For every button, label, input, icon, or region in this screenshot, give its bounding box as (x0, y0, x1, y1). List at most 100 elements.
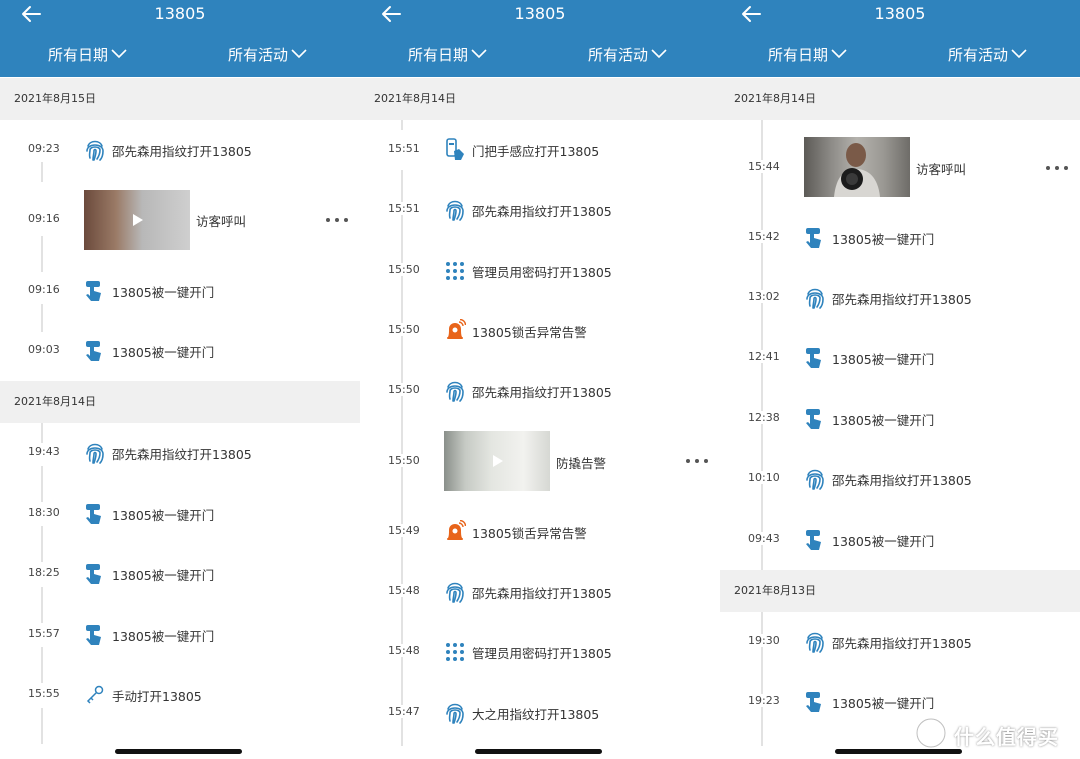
log-entry[interactable]: 15:48 邵先森用指纹打开13805 (360, 572, 720, 612)
alarm-bell-icon (447, 520, 466, 540)
entry-time: 15:50 (388, 454, 420, 467)
timeline-line (41, 236, 43, 272)
entry-time: 15:51 (388, 142, 420, 155)
fingerprint-icon (446, 582, 464, 603)
log-entry[interactable]: 15:49 13805锁舌异常告警 (360, 512, 720, 552)
entry-label: 邵先森用指纹打开13805 (832, 636, 972, 651)
log-entry[interactable]: 09:16 13805被一键开门 (0, 271, 360, 311)
chevron-down-icon (471, 49, 487, 59)
chevron-down-icon (291, 49, 307, 59)
log-entry[interactable]: 12:41 13805被一键开门 (720, 338, 1080, 378)
log-entry[interactable]: 15:47 大之用指纹打开13805 (360, 693, 720, 733)
activity-log-panel-2: 13805 所有日期 所有活动 2021年8月14日 15:51 门把手感应打开… (360, 0, 720, 759)
entry-time: 09:16 (28, 212, 60, 225)
entry-label: 邵先森用指纹打开13805 (832, 292, 972, 307)
visitor-photo (834, 143, 880, 197)
entry-label: 13805被一键开门 (832, 352, 935, 367)
entry-label: 邵先森用指纹打开13805 (472, 586, 612, 601)
log-entry[interactable]: 15:50 管理员用密码打开13805 (360, 251, 720, 291)
entry-time: 18:25 (28, 566, 60, 579)
entry-time: 09:23 (28, 142, 60, 155)
date-filter-dropdown[interactable]: 所有日期 (768, 44, 847, 65)
date-group-header: 2021年8月13日 (720, 570, 1080, 612)
log-entry[interactable]: 15:42 13805被一键开门 (720, 218, 1080, 258)
activity-filter-dropdown[interactable]: 所有活动 (588, 44, 667, 65)
entry-time: 12:38 (748, 411, 780, 424)
date-filter-dropdown[interactable]: 所有日期 (408, 44, 487, 65)
one-key-open-icon (86, 281, 101, 301)
chevron-down-icon (651, 49, 667, 59)
log-entry[interactable]: 15:57 13805被一键开门 (0, 615, 360, 655)
entry-label: 邵先森用指纹打开13805 (112, 144, 252, 159)
one-key-open-icon (806, 228, 821, 248)
log-entry[interactable]: 18:25 13805被一键开门 (0, 554, 360, 594)
home-indicator (475, 749, 602, 754)
page-title: 13805 (874, 4, 926, 23)
entry-label: 大之用指纹打开13805 (472, 707, 600, 722)
entry-time: 15:49 (388, 524, 420, 537)
entry-label: 邵先森用指纹打开13805 (112, 447, 252, 462)
video-thumbnail[interactable] (804, 137, 910, 197)
more-options-icon[interactable] (686, 455, 714, 467)
entry-label: 门把手感应打开13805 (472, 144, 600, 159)
log-entry[interactable]: 19:43 邵先森用指纹打开13805 (0, 433, 360, 473)
log-entry[interactable]: 15:50 邵先森用指纹打开13805 (360, 371, 720, 411)
page-title: 13805 (514, 4, 566, 23)
play-icon (133, 214, 143, 226)
one-key-open-icon (86, 504, 101, 524)
log-entry[interactable]: 09:43 13805被一键开门 (720, 520, 1080, 560)
log-entry[interactable]: 18:30 13805被一键开门 (0, 494, 360, 534)
entry-time: 15:42 (748, 230, 780, 243)
entry-label: 13805被一键开门 (112, 508, 215, 523)
one-key-open-icon (806, 348, 821, 368)
more-options-icon[interactable] (326, 214, 354, 226)
keypad-icon (446, 262, 464, 280)
log-entry[interactable]: 15:51 门把手感应打开13805 (360, 130, 720, 170)
video-thumbnail[interactable] (84, 190, 190, 250)
entry-time: 15:50 (388, 263, 420, 276)
log-entry[interactable]: 15:48 管理员用密码打开13805 (360, 632, 720, 672)
play-icon (493, 455, 503, 467)
entry-label: 13805被一键开门 (112, 345, 215, 360)
alarm-bell-icon (447, 319, 466, 339)
entry-label: 管理员用密码打开13805 (472, 265, 612, 280)
activity-log-panel-1: 13805 所有日期 所有活动 2021年8月15日 09:23 邵先森用指纹打… (0, 0, 360, 759)
log-entry[interactable]: 15:51 邵先森用指纹打开13805 (360, 190, 720, 230)
chevron-down-icon (111, 49, 127, 59)
entry-time: 13:02 (748, 290, 780, 303)
log-entry[interactable]: 12:38 13805被一键开门 (720, 399, 1080, 439)
video-thumbnail[interactable] (444, 431, 550, 491)
fingerprint-icon (86, 140, 104, 161)
entry-time: 15:55 (28, 687, 60, 700)
fingerprint-icon (446, 703, 464, 724)
log-entry[interactable]: 09:03 13805被一键开门 (0, 331, 360, 371)
date-filter-label: 所有日期 (768, 46, 829, 64)
activity-filter-dropdown[interactable]: 所有活动 (228, 44, 307, 65)
log-entry[interactable]: 09:23 邵先森用指纹打开13805 (0, 130, 360, 170)
fingerprint-icon (806, 469, 824, 490)
entry-time: 15:48 (388, 584, 420, 597)
log-entry[interactable]: 15:55 手动打开13805 (0, 675, 360, 715)
log-entry[interactable]: 10:10 邵先森用指纹打开13805 (720, 459, 1080, 499)
one-key-open-icon (806, 409, 821, 429)
activity-filter-dropdown[interactable]: 所有活动 (948, 44, 1027, 65)
entry-label: 手动打开13805 (112, 689, 202, 704)
log-entry[interactable]: 13:02 邵先森用指纹打开13805 (720, 278, 1080, 318)
entry-time: 18:30 (28, 506, 60, 519)
key-icon (86, 685, 104, 704)
entry-time: 10:10 (748, 471, 780, 484)
entry-time: 15:50 (388, 323, 420, 336)
watermark-text: 什么值得买 (954, 725, 1059, 749)
entry-label: 邵先森用指纹打开13805 (472, 385, 612, 400)
entry-label: 访客呼叫 (196, 214, 247, 229)
log-entry[interactable]: 15:50 13805锁舌异常告警 (360, 311, 720, 351)
log-entry[interactable]: 19:30 邵先森用指纹打开13805 (720, 622, 1080, 662)
more-options-icon[interactable] (1046, 162, 1074, 174)
entry-time: 19:30 (748, 634, 780, 647)
activity-filter-label: 所有活动 (228, 46, 289, 64)
date-filter-dropdown[interactable]: 所有日期 (48, 44, 127, 65)
entry-time: 15:57 (28, 627, 60, 640)
entry-label: 13805被一键开门 (112, 629, 215, 644)
one-key-open-icon (86, 625, 101, 645)
entry-time: 09:03 (28, 343, 60, 356)
